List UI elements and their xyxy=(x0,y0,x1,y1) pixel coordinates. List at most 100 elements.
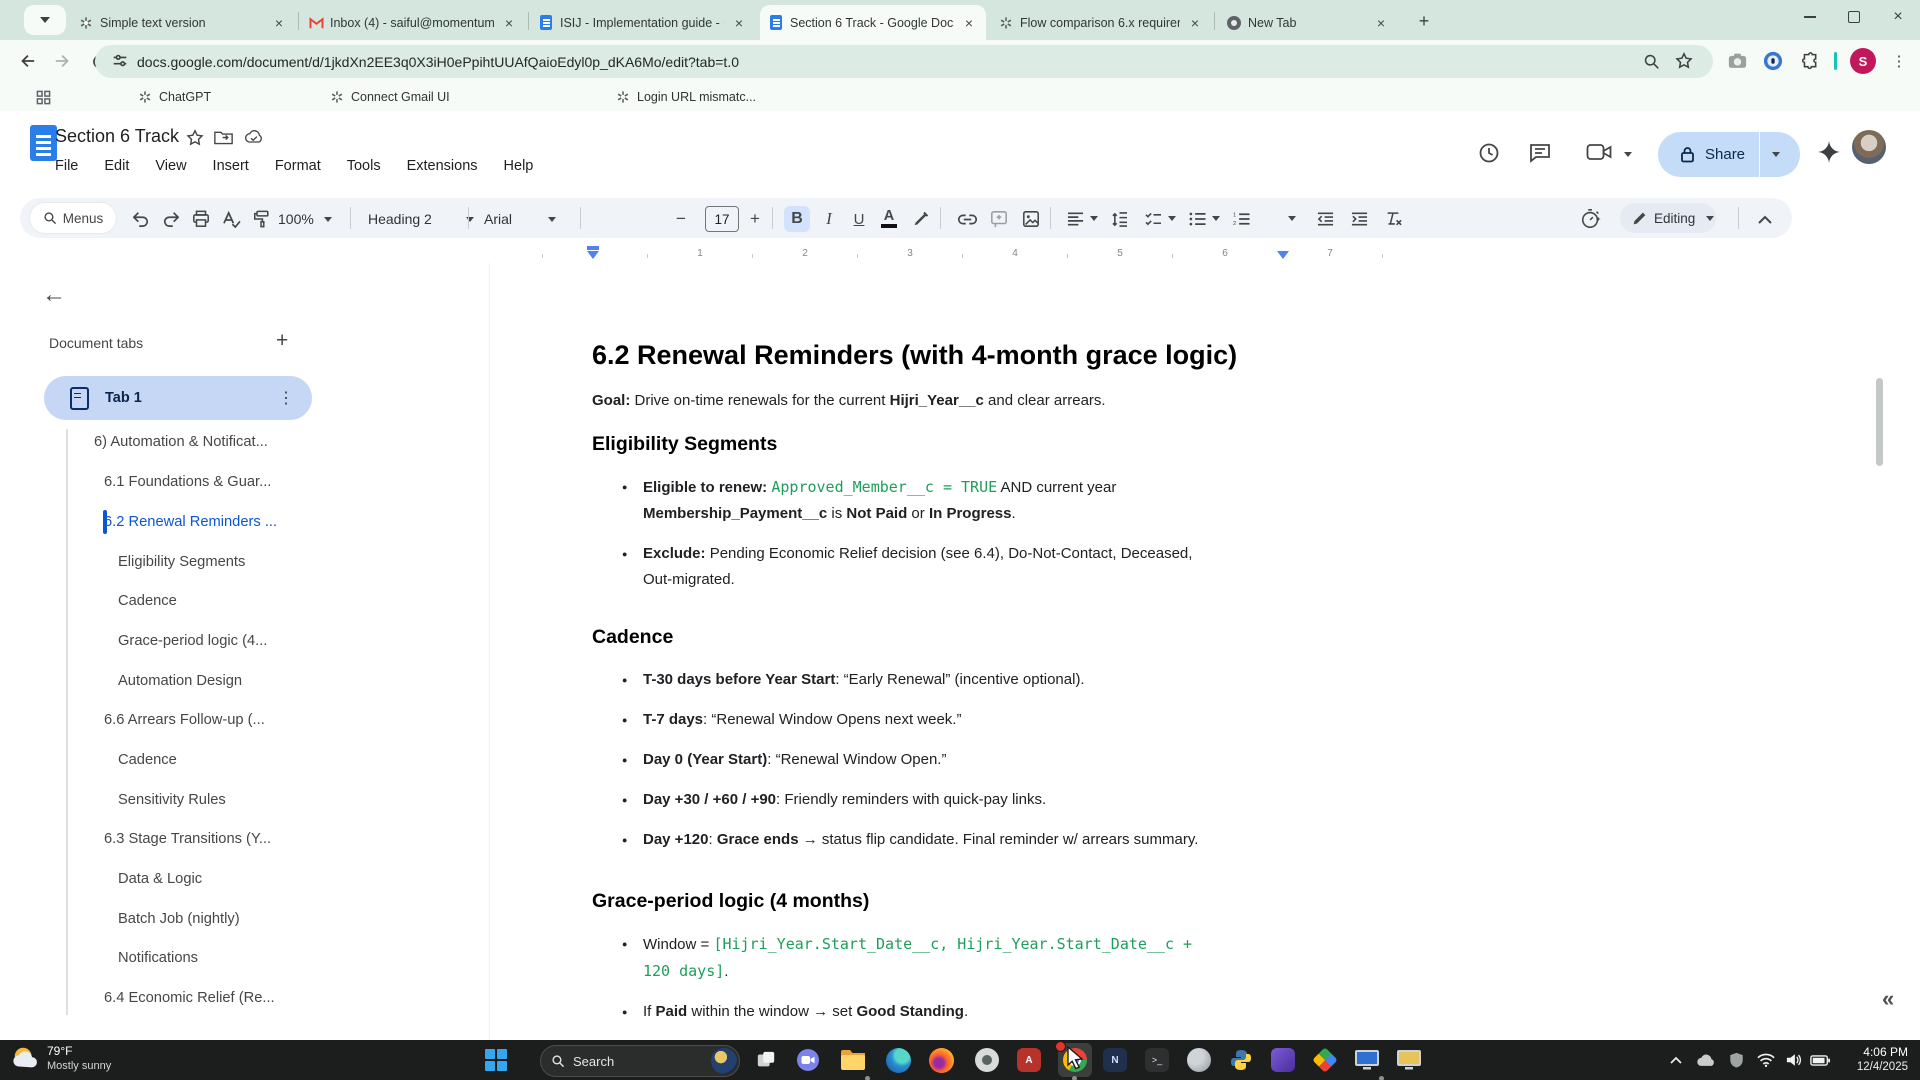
zoom-select[interactable]: 100% xyxy=(278,206,332,232)
italic-button[interactable]: I xyxy=(816,206,842,232)
menu-extensions[interactable]: Extensions xyxy=(407,158,478,174)
site-info-icon[interactable] xyxy=(111,52,129,70)
menu-help[interactable]: Help xyxy=(504,158,534,174)
share-button[interactable]: Share xyxy=(1658,132,1800,177)
menu-tools[interactable]: Tools xyxy=(347,158,381,174)
screenshot-extension-icon[interactable] xyxy=(1724,48,1750,74)
ruler[interactable]: 1 2 3 4 5 6 7 xyxy=(490,246,1387,263)
meet-dropdown-caret-icon[interactable] xyxy=(1624,152,1632,157)
outline-item[interactable]: 6.3 Stage Transitions (Y... xyxy=(104,819,271,859)
outline-item[interactable]: 6.4 Economic Relief (Re... xyxy=(104,978,275,1018)
battery-icon[interactable] xyxy=(1806,1046,1834,1074)
file-explorer-icon[interactable] xyxy=(839,1046,867,1074)
redo-icon[interactable] xyxy=(158,206,184,232)
password-manager-icon[interactable] xyxy=(1760,48,1786,74)
move-to-folder-icon[interactable] xyxy=(214,129,233,146)
globe-app-icon[interactable] xyxy=(1185,1046,1213,1074)
outline-item[interactable]: Cadence xyxy=(118,581,177,621)
window-maximize-button[interactable] xyxy=(1832,0,1876,34)
bookmark-item[interactable]: Connect Gmail UI xyxy=(330,87,450,107)
tab-close-icon[interactable]: × xyxy=(270,14,288,32)
undo-icon[interactable] xyxy=(128,206,154,232)
pdf-app-icon[interactable]: A xyxy=(1015,1046,1043,1074)
window-close-button[interactable]: × xyxy=(1876,0,1920,34)
media-display-icon[interactable] xyxy=(1395,1046,1423,1074)
browser-tab[interactable]: ISIJ - Implementation guide - G × xyxy=(530,5,756,40)
decrease-indent-icon[interactable] xyxy=(1312,206,1338,232)
document-scrollbar[interactable] xyxy=(1876,378,1883,466)
terminal-icon[interactable]: >_ xyxy=(1143,1046,1171,1074)
browser-tab-active[interactable]: Section 6 Track - Google Docs × xyxy=(760,5,986,40)
numbered-list-caret-icon[interactable] xyxy=(1288,216,1296,221)
tab-search-button[interactable] xyxy=(24,5,66,35)
menu-file[interactable]: File xyxy=(55,158,78,174)
checklist-caret-icon[interactable] xyxy=(1168,216,1176,221)
diamond-app-icon[interactable] xyxy=(1311,1046,1339,1074)
tab-close-icon[interactable]: × xyxy=(960,14,978,32)
outline-item[interactable]: Notifications xyxy=(118,938,198,978)
font-select[interactable]: Arial xyxy=(484,206,556,232)
menu-insert[interactable]: Insert xyxy=(213,158,249,174)
onedrive-tray-icon[interactable] xyxy=(1692,1046,1720,1074)
notes-app-icon[interactable]: N xyxy=(1101,1046,1129,1074)
outline-item[interactable]: Data & Logic xyxy=(118,859,202,899)
tab-close-icon[interactable]: × xyxy=(1372,14,1390,32)
browser-menu-kebab-icon[interactable]: ⋮ xyxy=(1886,48,1912,74)
menu-view[interactable]: View xyxy=(155,158,186,174)
apps-grid-icon[interactable] xyxy=(36,87,51,107)
hidden-icons-chevron[interactable] xyxy=(1662,1046,1690,1074)
tab-close-icon[interactable]: × xyxy=(730,14,748,32)
spellcheck-icon[interactable] xyxy=(218,206,244,232)
outline-item[interactable]: Automation Design xyxy=(118,661,242,701)
browser-tab[interactable]: Flow comparison 6.x requireme × xyxy=(990,5,1212,40)
taskbar-clock[interactable]: 4:06 PM 12/4/2025 xyxy=(1834,1044,1908,1074)
tab-options-kebab-icon[interactable]: ⋮ xyxy=(278,388,294,408)
bookmark-item[interactable]: ChatGPT xyxy=(138,87,211,107)
version-history-icon[interactable] xyxy=(1477,141,1501,165)
outline-item[interactable]: 6) Automation & Notificat... xyxy=(94,422,268,462)
underline-button[interactable]: U xyxy=(846,206,872,232)
teams-chat-icon[interactable] xyxy=(794,1046,822,1074)
document-title[interactable]: Section 6 Track xyxy=(55,126,179,147)
right-indent-marker[interactable] xyxy=(1277,246,1289,259)
text-color-button[interactable]: A xyxy=(876,206,902,232)
meet-videocam-icon[interactable] xyxy=(1586,141,1612,163)
collapse-chevron-icon[interactable]: « xyxy=(1882,986,1894,1012)
google-docs-logo[interactable] xyxy=(30,125,57,161)
taskbar-search[interactable]: Search xyxy=(540,1045,740,1077)
outline-item[interactable]: Grace-period logic (4... xyxy=(118,621,267,661)
add-tab-icon[interactable]: + xyxy=(276,329,288,353)
hide-menus-chevron-icon[interactable] xyxy=(1752,206,1778,232)
paint-format-icon[interactable] xyxy=(248,206,274,232)
start-button[interactable] xyxy=(482,1046,510,1074)
outline-item[interactable]: Cadence xyxy=(118,740,177,780)
bold-button[interactable]: B xyxy=(784,206,810,232)
line-spacing-icon[interactable] xyxy=(1106,206,1132,232)
menu-edit[interactable]: Edit xyxy=(104,158,129,174)
menus-search-button[interactable]: Menus xyxy=(30,203,116,233)
insert-image-icon[interactable] xyxy=(1018,206,1044,232)
weather-widget[interactable]: 79°F Mostly sunny xyxy=(10,1043,111,1073)
volume-icon[interactable] xyxy=(1780,1046,1808,1074)
clear-formatting-icon[interactable] xyxy=(1380,206,1406,232)
bulleted-list-icon[interactable] xyxy=(1184,206,1210,232)
insert-link-icon[interactable] xyxy=(954,206,980,232)
browser-tab[interactable]: Simple text version × xyxy=(70,5,296,40)
forward-icon[interactable] xyxy=(50,48,76,74)
align-icon[interactable] xyxy=(1062,206,1088,232)
browser-tab[interactable]: Inbox (4) - saiful@momentum- × xyxy=(300,5,526,40)
star-document-icon[interactable] xyxy=(186,129,204,147)
document-editing-surface[interactable]: 6.2 Renewal Reminders (with 4-month grac… xyxy=(592,338,1252,1039)
bookmark-item[interactable]: Login URL mismatc... xyxy=(616,87,756,107)
share-dropdown-caret-icon[interactable] xyxy=(1772,152,1780,157)
outline-item[interactable]: Batch Job (nightly) xyxy=(118,899,240,939)
outline-item[interactable]: Eligibility Segments xyxy=(118,542,245,582)
browser-tab[interactable]: New Tab × xyxy=(1218,5,1398,40)
profile-avatar[interactable]: S xyxy=(1850,48,1876,74)
task-view-icon[interactable] xyxy=(752,1046,780,1074)
numbered-list-icon[interactable]: 12 xyxy=(1228,206,1254,232)
checklist-icon[interactable] xyxy=(1140,206,1166,232)
wifi-icon[interactable] xyxy=(1752,1046,1780,1074)
paragraph-style-select[interactable]: Heading 2 xyxy=(368,206,474,232)
increase-indent-icon[interactable] xyxy=(1346,206,1372,232)
